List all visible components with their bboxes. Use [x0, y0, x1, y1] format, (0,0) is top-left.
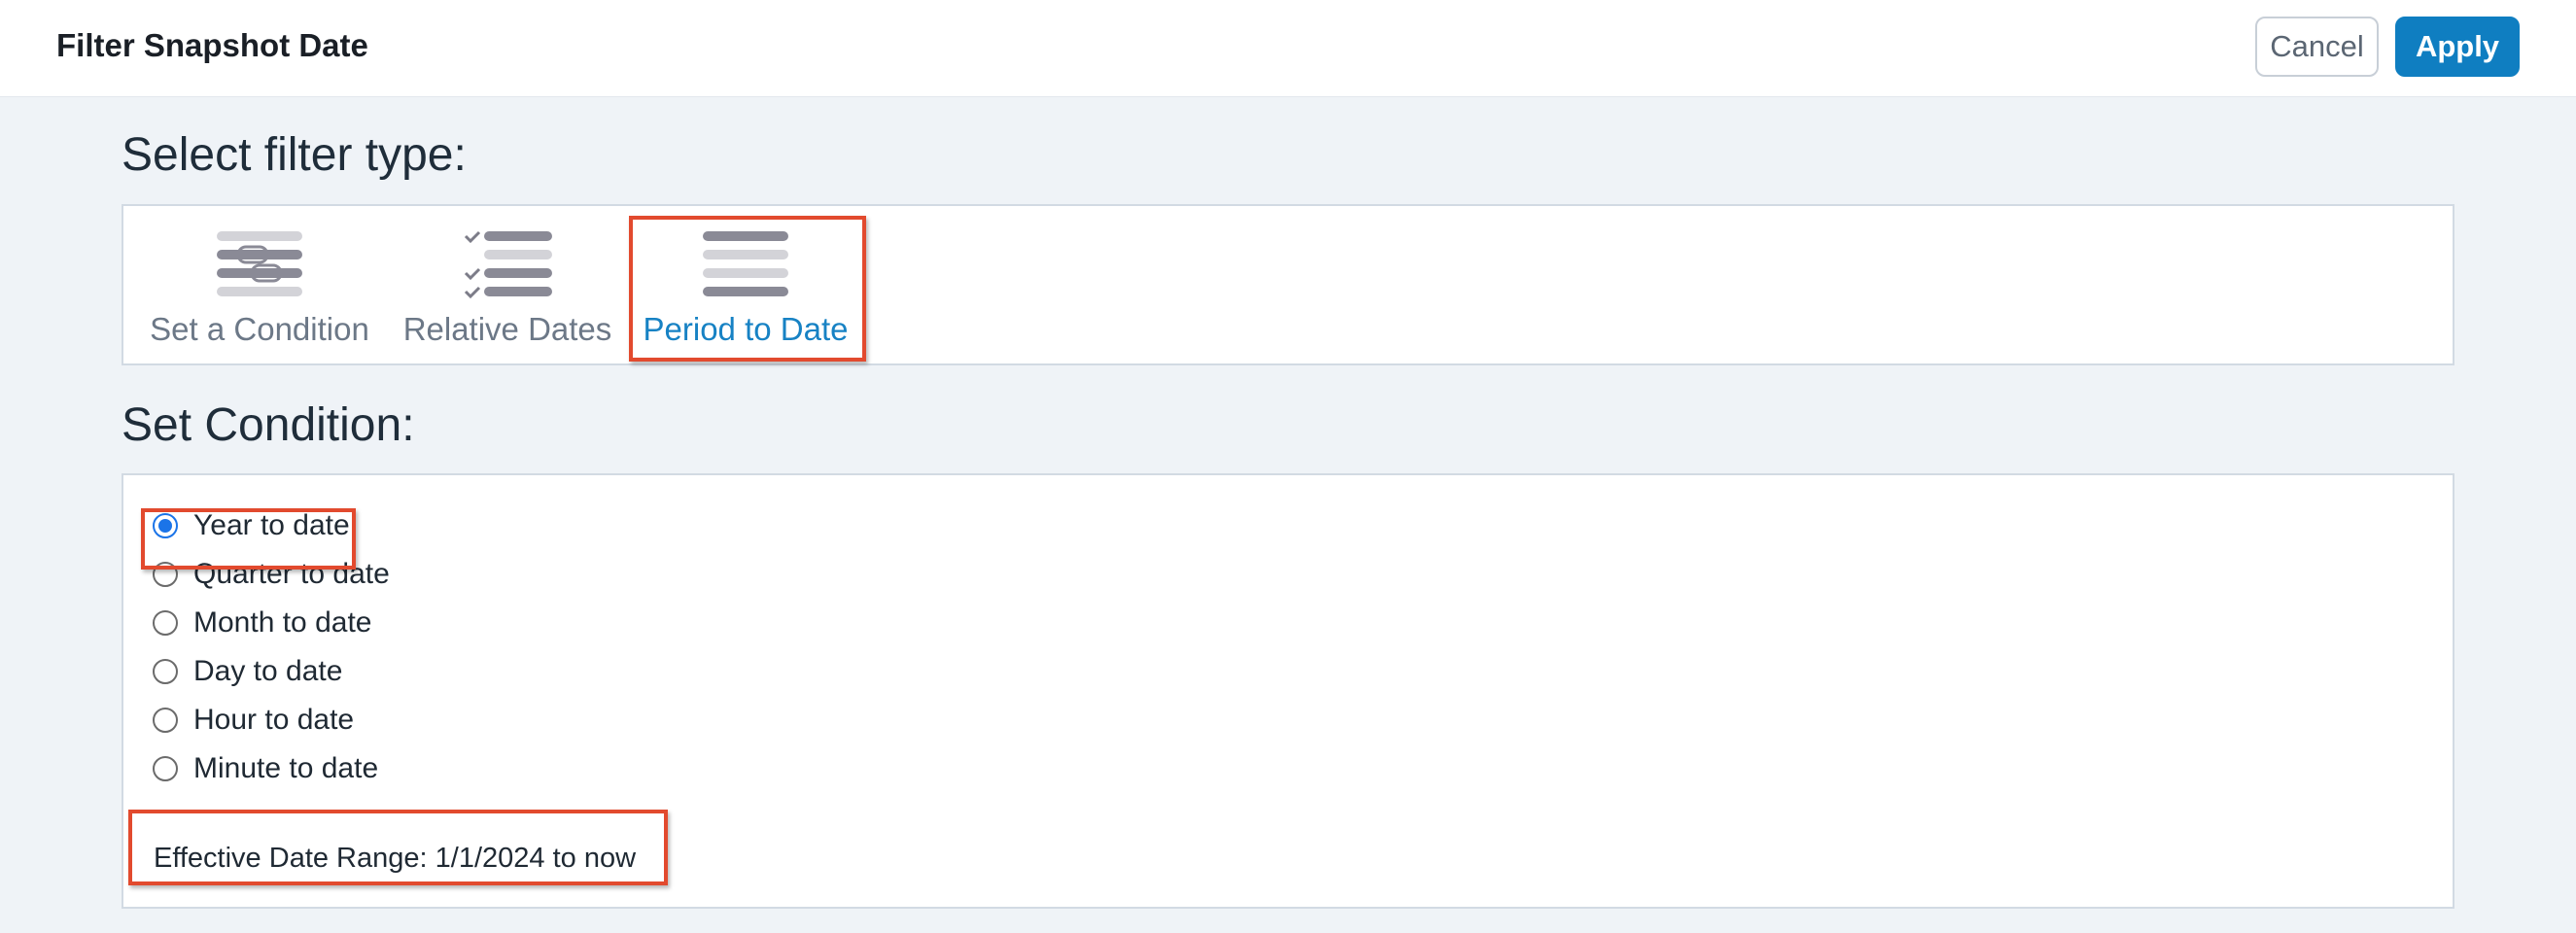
radio-button[interactable] — [153, 708, 178, 733]
filter-type-set-condition[interactable]: Set a Condition — [150, 206, 369, 362]
checklist-icon — [464, 230, 552, 299]
radio-label: Month to date — [193, 606, 372, 639]
radio-minute-to-date[interactable]: Minute to date — [153, 744, 378, 793]
condition-icon — [217, 231, 302, 296]
apply-button[interactable]: Apply — [2395, 17, 2520, 77]
dialog-title: Filter Snapshot Date — [56, 27, 368, 63]
radio-label: Hour to date — [193, 704, 355, 736]
radio-month-to-date[interactable]: Month to date — [153, 599, 371, 647]
radio-hour-to-date[interactable]: Hour to date — [153, 696, 354, 744]
radio-button[interactable] — [153, 610, 178, 636]
year-to-date-highlight — [141, 508, 356, 570]
cancel-button[interactable]: Cancel — [2255, 17, 2379, 77]
filter-type-label: Relative Dates — [402, 311, 612, 347]
filter-type-panel: Set a Condition Relative Dates Period to… — [122, 204, 2454, 365]
filter-type-label: Set a Condition — [150, 311, 369, 347]
radio-label: Day to date — [193, 655, 343, 687]
radio-button[interactable] — [153, 659, 178, 684]
radio-button[interactable] — [153, 756, 178, 781]
radio-label: Minute to date — [193, 752, 379, 784]
period-to-date-highlight — [629, 216, 866, 362]
filter-type-relative-dates[interactable]: Relative Dates — [400, 206, 614, 362]
set-condition-heading: Set Condition: — [122, 399, 415, 451]
dialog-header: Filter Snapshot Date Cancel Apply — [0, 0, 2576, 97]
radio-day-to-date[interactable]: Day to date — [153, 647, 342, 696]
effective-range-highlight — [128, 810, 668, 885]
filter-type-heading: Select filter type: — [122, 129, 467, 181]
